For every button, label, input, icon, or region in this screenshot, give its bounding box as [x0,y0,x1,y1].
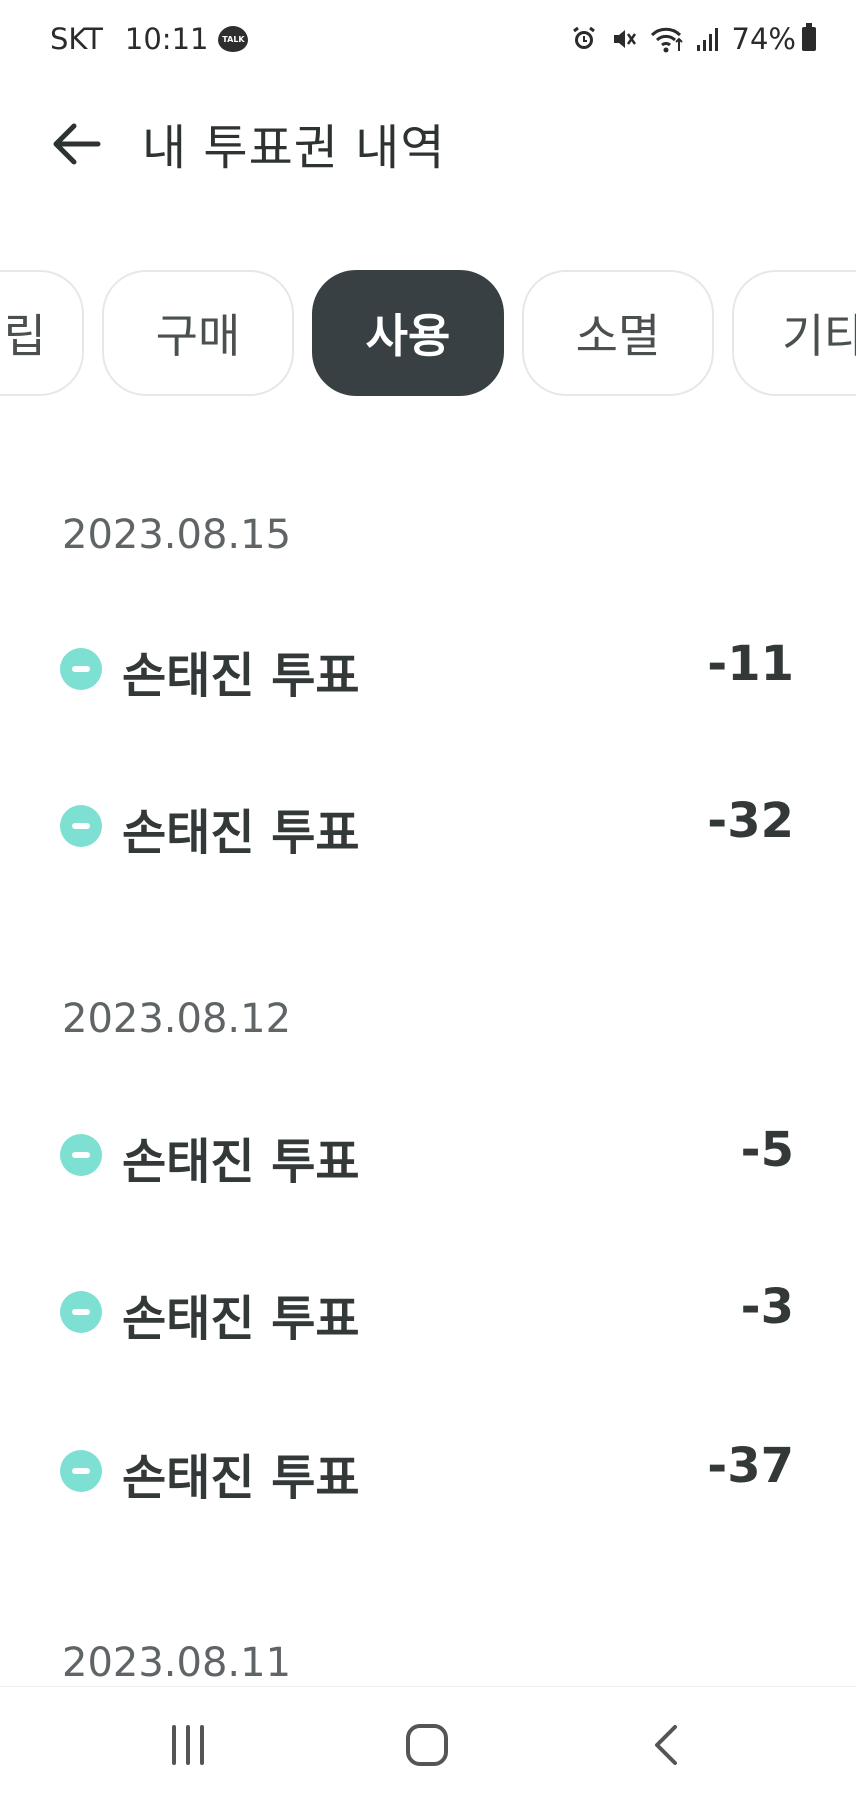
carrier-label: SKT [50,22,103,56]
item-amount: -5 [740,1122,794,1178]
item-amount: -11 [707,636,794,692]
date-header: 2023.08.15 [62,512,292,558]
list-item[interactable]: 손태진 투표 -37 [0,1436,856,1506]
chevron-left-icon [655,1725,677,1765]
status-right: 74% [558,22,816,56]
item-label: 손태진 투표 [122,648,360,704]
list-item[interactable]: 손태진 투표 -3 [0,1277,856,1347]
tab-label: 립 [3,309,46,363]
item-label: 손태진 투표 [122,1134,360,1190]
tab-label: 구매 [155,309,241,363]
status-left: SKT 10:11 TALK [50,22,249,56]
date-header: 2023.08.12 [62,996,292,1042]
minus-circle-icon [60,1450,102,1492]
tab-use[interactable]: 사용 [312,270,504,396]
back-button[interactable] [48,116,104,172]
item-amount: -3 [740,1279,794,1335]
list-item[interactable]: 손태진 투표 -11 [0,634,856,704]
kakaotalk-notification-icon: TALK [218,26,249,52]
item-amount: -37 [707,1438,794,1494]
home-button[interactable] [387,1713,467,1777]
minus-circle-icon [60,1134,102,1176]
tab-earn[interactable]: 립 [0,270,84,396]
wifi-icon [650,25,684,53]
tab-label: 기타 [782,309,856,363]
item-amount: -32 [707,793,794,849]
tab-expire[interactable]: 소멸 [522,270,714,396]
date-header: 2023.08.11 [62,1640,292,1686]
minus-circle-icon [60,648,102,690]
tab-label: 소멸 [575,309,661,363]
page-title: 내 투표권 내역 [142,120,446,176]
item-label: 손태진 투표 [122,1450,360,1506]
filter-tabs: 립 구매 사용 소멸 기타 [0,270,856,400]
signal-icon [696,25,720,53]
recent-apps-button[interactable] [148,1713,228,1777]
list-item[interactable]: 손태진 투표 -32 [0,791,856,861]
app-bar: 내 투표권 내역 [0,90,856,190]
talk-badge-text: TALK [222,34,245,44]
minus-circle-icon [60,1291,102,1333]
item-label: 손태진 투표 [122,805,360,861]
arrow-left-icon [53,123,101,165]
list-item[interactable]: 손태진 투표 -5 [0,1120,856,1190]
tab-purchase[interactable]: 구매 [102,270,294,396]
alarm-icon [570,25,598,53]
tab-other[interactable]: 기타 [732,270,856,396]
system-nav-bar [0,1686,856,1808]
clock: 10:11 [124,22,209,56]
mute-icon [610,25,638,53]
battery-icon [802,23,816,51]
home-icon [406,1724,448,1766]
battery-percent: 74% [731,22,796,56]
minus-circle-icon [60,805,102,847]
recent-apps-icon [172,1725,204,1765]
tab-label: 사용 [365,309,451,363]
back-nav-button[interactable] [626,1713,706,1777]
item-label: 손태진 투표 [122,1291,360,1347]
status-bar: SKT 10:11 TALK 74% [0,0,856,80]
